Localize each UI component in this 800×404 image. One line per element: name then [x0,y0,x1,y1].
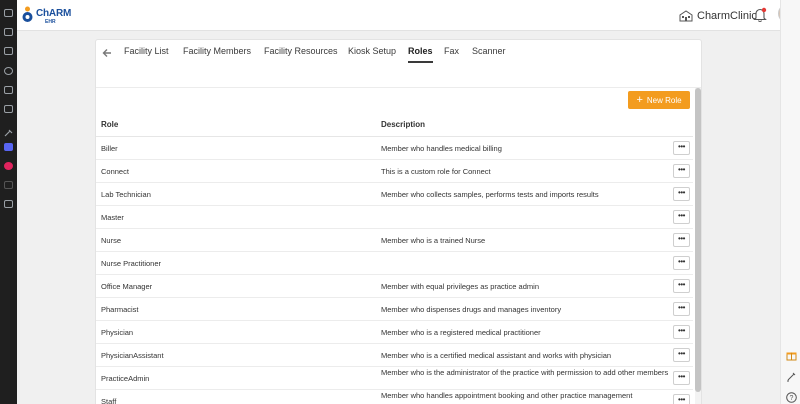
gift-icon[interactable] [786,350,797,361]
row-more-options-button[interactable]: ••• [673,371,690,385]
role-name: Nurse Practitioner [101,259,162,268]
table-header: Role Description [96,115,693,137]
sidebar-toggle-icon[interactable] [4,200,13,208]
role-name: PhysicianAssistant [101,351,164,360]
table-row[interactable]: Biller Member who handles medical billin… [96,137,693,160]
tab-fax[interactable]: Fax [444,46,459,61]
role-description: This is a custom role for Connect [381,167,491,176]
role-name: Staff [101,397,117,404]
tab-roles[interactable]: Roles [408,46,433,63]
notification-bell-icon[interactable] [753,7,767,23]
card-icon[interactable] [4,105,13,113]
tab-facility-resources[interactable]: Facility Resources [264,46,338,61]
tab-bar: Facility List Facility Members Facility … [96,40,701,88]
role-name: Biller [101,144,118,153]
row-more-options-button[interactable]: ••• [673,210,690,224]
table-row[interactable]: Master ••• [96,206,693,229]
table-row[interactable]: Office Manager Member with equal privile… [96,275,693,298]
clinic-building-icon [679,10,693,22]
row-more-options-button[interactable]: ••• [673,348,690,362]
role-description: Member who is the administrator of the p… [381,368,669,377]
roles-table-body: Biller Member who handles medical billin… [96,137,693,404]
row-more-options-button[interactable]: ••• [673,256,690,270]
new-role-button[interactable]: + New Role [628,91,690,109]
download-icon[interactable] [4,47,13,55]
table-row[interactable]: Pharmacist Member who dispenses drugs an… [96,298,693,321]
role-name: Master [101,213,124,222]
row-more-options-button[interactable]: ••• [673,279,690,293]
left-sidebar [0,0,17,404]
role-description: Member who dispenses drugs and manages i… [381,305,562,314]
right-sidebar: ? [780,0,800,404]
column-header-description: Description [381,120,426,129]
table-row[interactable]: Physician Member who is a registered med… [96,321,693,344]
role-description: Member who collects samples, performs te… [381,190,599,199]
role-name: Pharmacist [101,305,139,314]
column-header-role: Role [101,120,119,129]
plus-icon: + [636,93,643,106]
history-icon[interactable] [4,67,13,75]
logo-subtext: EHR [45,19,56,25]
extension-icon[interactable] [4,181,13,189]
opera-icon[interactable] [4,162,13,170]
role-name: Office Manager [101,282,153,291]
app-logo[interactable]: ChARM EHR [21,5,81,27]
row-more-options-button[interactable]: ••• [673,141,690,155]
tab-kiosk-setup[interactable]: Kiosk Setup [348,46,396,61]
logo-text: ChARM [36,8,72,19]
row-more-options-button[interactable]: ••• [673,394,690,404]
role-description: Member who is a certified medical assist… [381,351,612,360]
settings-card: Facility List Facility Members Facility … [95,39,702,404]
role-name: PracticeAdmin [101,374,150,383]
table-row[interactable]: PhysicianAssistant Member who is a certi… [96,344,693,367]
role-description: Member who handles appointment booking a… [381,391,633,400]
back-arrow-icon[interactable] [102,48,112,58]
tools-icon[interactable] [4,124,13,137]
table-row[interactable]: Nurse Member who is a trained Nurse ••• [96,229,693,252]
row-more-options-button[interactable]: ••• [673,164,690,178]
row-more-options-button[interactable]: ••• [673,302,690,316]
role-name: Nurse [101,236,122,245]
notes-icon[interactable] [4,86,13,94]
scrollbar-thumb[interactable] [695,88,701,392]
table-row[interactable]: Connect This is a custom role for Connec… [96,160,693,183]
role-description: Member who is a registered medical pract… [381,328,541,337]
role-name: Lab Technician [101,190,151,199]
chat-app-icon[interactable] [4,143,13,151]
top-header: ChARM EHR CharmClinic [17,0,797,31]
tab-facility-members[interactable]: Facility Members [183,46,251,61]
bookmark-icon[interactable] [4,9,13,17]
scrollbar[interactable] [695,88,701,404]
svg-text:?: ? [790,395,794,402]
table-row[interactable]: PracticeAdmin Member who is the administ… [96,367,693,390]
table-row[interactable]: Lab Technician Member who collects sampl… [96,183,693,206]
row-more-options-button[interactable]: ••• [673,325,690,339]
tab-facility-list[interactable]: Facility List [124,46,169,61]
feedback-icon[interactable] [786,371,797,382]
role-description: Member who handles medical billing [381,144,502,153]
row-more-options-button[interactable]: ••• [673,233,690,247]
role-description: Member with equal privileges as practice… [381,282,539,291]
logo-mark-icon [22,6,33,22]
role-description: Member who is a trained Nurse [381,236,486,245]
table-row[interactable]: Staff Member who handles appointment boo… [96,390,693,404]
new-role-label: New Role [646,95,682,105]
clinic-name: CharmClinic [697,10,757,22]
row-more-options-button[interactable]: ••• [673,187,690,201]
table-row[interactable]: Nurse Practitioner ••• [96,252,693,275]
clinic-switcher[interactable]: CharmClinic [679,8,757,24]
tab-scanner[interactable]: Scanner [472,46,506,61]
role-name: Physician [101,328,134,337]
role-name: Connect [101,167,129,176]
help-icon[interactable]: ? [786,392,797,403]
inbox-icon[interactable] [4,28,13,36]
